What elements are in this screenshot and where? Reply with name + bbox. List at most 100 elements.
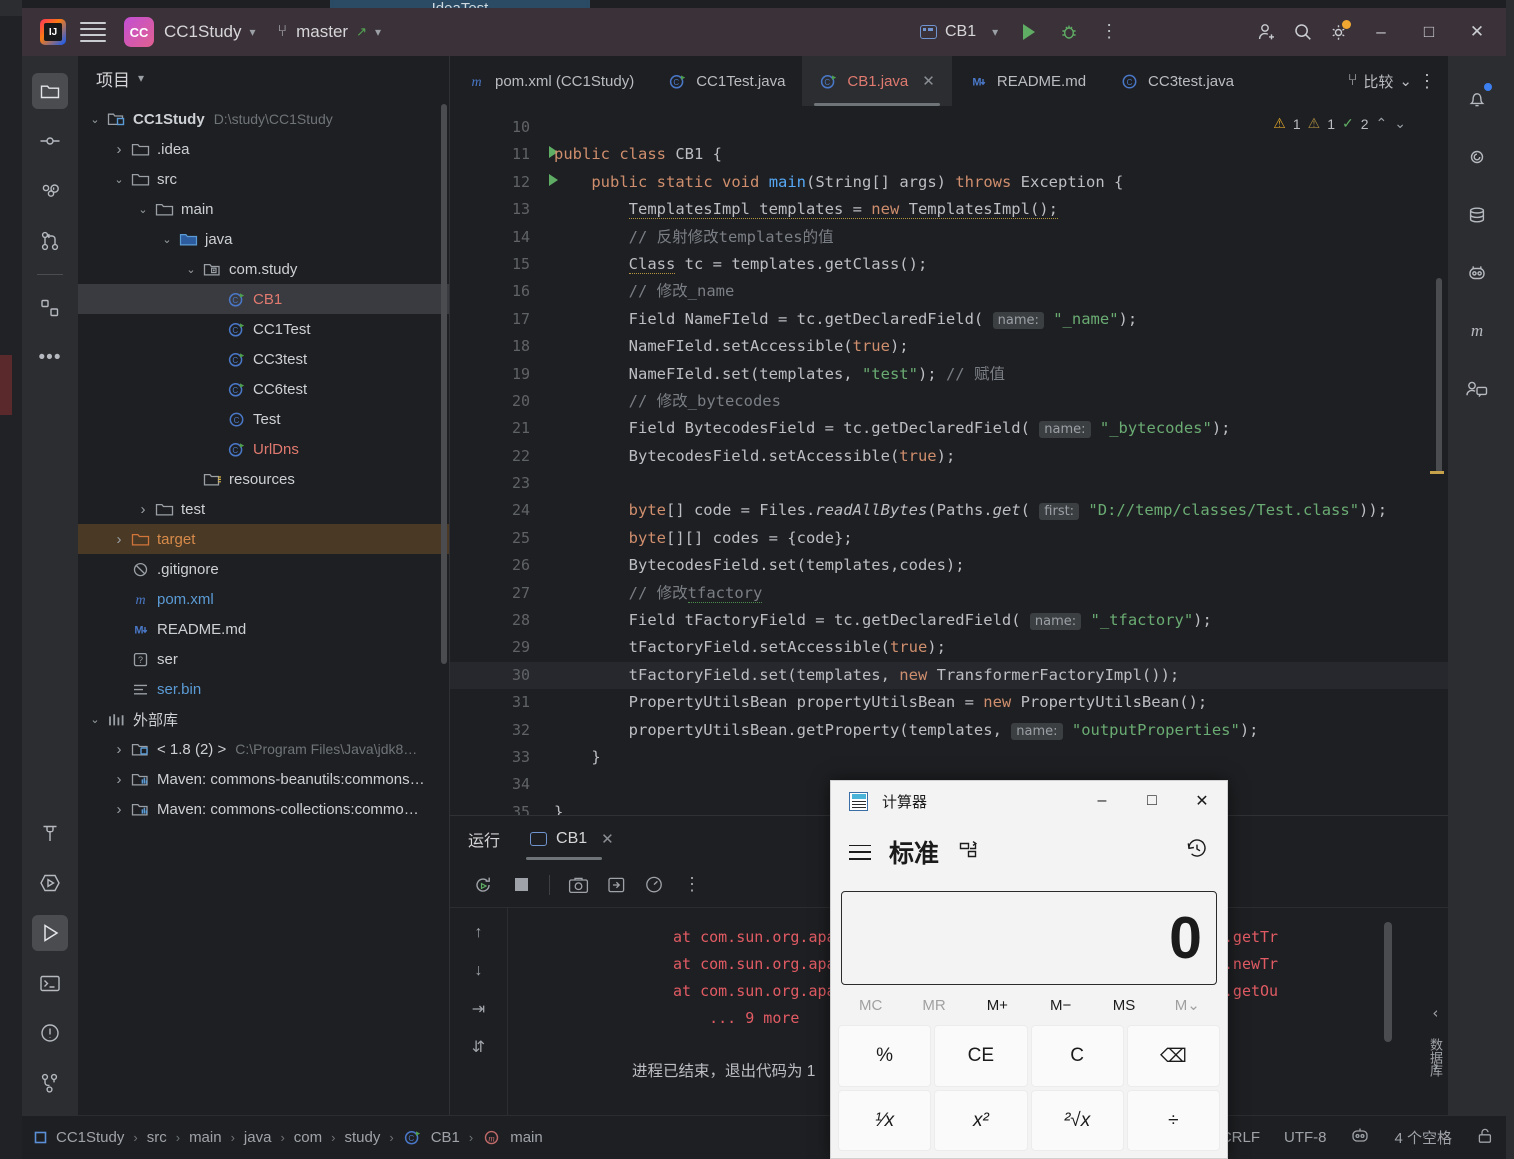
calculator-close-button[interactable]: ✕ [1177, 781, 1227, 821]
code-line-27[interactable]: // 修改tfactory [540, 580, 1448, 607]
sidebar-item-commit[interactable] [32, 123, 68, 159]
diff-label[interactable]: 比较 [1363, 71, 1393, 92]
project-panel-header[interactable]: 项目 ▾ [78, 56, 449, 100]
next-problem-icon[interactable]: ⌄ [1394, 115, 1406, 132]
gutter-line-16[interactable]: 16 [450, 278, 540, 305]
profiler-icon[interactable] [637, 870, 671, 900]
branch-selector[interactable]: ⑂ master ↗ ▾ [278, 22, 382, 42]
chevron-right-icon[interactable]: › [108, 771, 130, 788]
breadcrumb-item[interactable]: main [510, 1129, 543, 1146]
tree-node-readme-md[interactable]: M README.md [78, 614, 449, 644]
code-line-21[interactable]: Field BytecodesField = tc.getDeclaredFie… [540, 415, 1448, 442]
editor-tab-cc3test-java[interactable]: C CC3test.java [1103, 56, 1251, 106]
run-button[interactable] [1012, 15, 1046, 49]
gutter-line-23[interactable]: 23 [450, 470, 540, 497]
run-configuration-selector[interactable]: CB1 ▾ [912, 20, 1006, 44]
settings-button[interactable] [1322, 15, 1356, 49]
tree-node--[interactable]: ⌄ 外部库 [78, 704, 449, 734]
close-window-button[interactable]: ✕ [1454, 9, 1500, 55]
screenshot-icon[interactable] [561, 870, 595, 900]
calculator-key-square-root[interactable]: ²√x [1030, 1090, 1124, 1151]
expand-console-icon[interactable]: › [1431, 1057, 1440, 1075]
gutter-line-21[interactable]: 21 [450, 415, 540, 442]
encoding-label[interactable]: UTF-8 [1284, 1129, 1327, 1146]
gutter-line-30[interactable]: 30 [450, 661, 540, 690]
gutter-line-15[interactable]: 15 [450, 251, 540, 278]
code-line-32[interactable]: propertyUtilsBean.getProperty(templates,… [540, 717, 1448, 744]
database-icon[interactable] [1459, 197, 1495, 233]
tree-node-resources[interactable]: resources [78, 464, 449, 494]
gutter-line-34[interactable]: 34 [450, 771, 540, 798]
breadcrumb-item[interactable]: main [189, 1129, 222, 1146]
code-line-19[interactable]: NameFIeld.set(templates, "test"); // 赋值 [540, 361, 1448, 388]
gutter-line-31[interactable]: 31 [450, 689, 540, 716]
chevron-right-icon[interactable]: › [108, 531, 130, 548]
notifications-bell-icon[interactable] [1459, 81, 1495, 117]
gutter-line-32[interactable]: 32 [450, 717, 540, 744]
chevron-down-icon[interactable]: ⌄ [180, 263, 202, 276]
code-line-14[interactable]: // 反射修改templates的值 [540, 224, 1448, 251]
code-line-12[interactable]: public static void main(String[] args) t… [540, 169, 1448, 196]
debug-button[interactable] [1052, 15, 1086, 49]
next-occurrence-icon[interactable]: ↓ [464, 958, 494, 984]
editor-tab-pom-xml-cc1study-[interactable]: m pom.xml (CC1Study) [450, 56, 651, 106]
sidebar-item-services[interactable] [32, 290, 68, 326]
gutter-line-35[interactable]: 35 [450, 799, 540, 815]
sidebar-item-pull-requests[interactable] [32, 173, 68, 209]
tree-node-cb1[interactable]: C CB1 [78, 284, 449, 314]
sidebar-item-project[interactable] [32, 73, 68, 109]
sidebar-item-run-anything[interactable] [32, 865, 68, 901]
tree-node-test[interactable]: C Test [78, 404, 449, 434]
calculator-window[interactable]: 计算器 – □ ✕ 标准 0 MC MR M+ M− MS M⌄ % CE C ⌫ ¹⁄x x² ²√… [830, 780, 1228, 1159]
tree-node-src[interactable]: ⌄ src [78, 164, 449, 194]
maximize-window-button[interactable]: □ [1406, 9, 1452, 55]
tree-node--1-8-2-[interactable]: › < 1.8 (2) > C:\Program Files\Java\jdk8… [78, 734, 449, 764]
chevron-down-icon[interactable]: ▾ [138, 71, 144, 85]
gutter-line-13[interactable]: 13 [450, 196, 540, 223]
tree-node--gitignore[interactable]: .gitignore [78, 554, 449, 584]
calculator-minimize-button[interactable]: – [1077, 781, 1127, 821]
export-icon[interactable] [599, 870, 633, 900]
tree-node-cc1test[interactable]: C CC1Test [78, 314, 449, 344]
breadcrumb[interactable]: CC1Study › src › main › java › com › study › C CB1 › m m… [34, 1129, 543, 1146]
chevron-right-icon[interactable]: › [108, 801, 130, 818]
tree-node-com-study[interactable]: ⌄ com.study [78, 254, 449, 284]
sidebar-item-branches[interactable] [32, 223, 68, 259]
gutter-line-28[interactable]: 28 [450, 607, 540, 634]
chevron-right-icon[interactable]: › [108, 141, 130, 158]
stop-icon[interactable] [504, 870, 538, 900]
code-line-15[interactable]: Class tc = templates.getClass(); [540, 251, 1448, 278]
close-icon[interactable]: ✕ [922, 72, 935, 90]
gutter-line-33[interactable]: 33 [450, 744, 540, 771]
chevron-right-icon[interactable]: › [108, 741, 130, 758]
soft-wrap-icon[interactable]: ⇥ [464, 996, 494, 1022]
run-tab-cb1[interactable]: CB1 ✕ [526, 816, 618, 862]
calculator-maximize-button[interactable]: □ [1127, 781, 1177, 821]
project-tree-scrollbar[interactable] [441, 104, 447, 664]
collapse-console-icon[interactable]: ‹ [1431, 1004, 1440, 1022]
history-icon[interactable] [1185, 837, 1209, 867]
code-line-24[interactable]: byte[] code = Files.readAllBytes(Paths.g… [540, 497, 1448, 524]
code-line-18[interactable]: NameFIeld.setAccessible(true); [540, 333, 1448, 360]
editor-tab-cb1-java[interactable]: C CB1.java ✕ [802, 56, 952, 106]
scroll-to-end-icon[interactable]: ⇵ [464, 1034, 494, 1060]
code-editor[interactable]: ⚠ 1 ⚠ 1 ✓ 2 ⌃ ⌄ 10 11 12 13 14 15 16 17 18 19 20 21… [450, 106, 1448, 815]
code-line-20[interactable]: // 修改_bytecodes [540, 388, 1448, 415]
chevron-down-icon[interactable]: ⌄ [156, 233, 178, 246]
main-menu-hamburger-icon[interactable] [80, 22, 106, 42]
code-line-29[interactable]: tFactoryField.setAccessible(true); [540, 634, 1448, 661]
gutter-line-20[interactable]: 20 [450, 388, 540, 415]
calculator-key-backspace[interactable]: ⌫ [1126, 1025, 1220, 1087]
gutter-line-24[interactable]: 24 [450, 497, 540, 524]
gutter-line-18[interactable]: 18 [450, 333, 540, 360]
tree-node-urldns[interactable]: C UrlDns [78, 434, 449, 464]
branch-icon[interactable]: ⑂ [1348, 72, 1358, 90]
code-line-31[interactable]: PropertyUtilsBean propertyUtilsBean = ne… [540, 689, 1448, 716]
breadcrumb-item[interactable]: CC1Study [56, 1129, 124, 1146]
gutter-line-25[interactable]: 25 [450, 525, 540, 552]
editor-tab-cc1test-java[interactable]: C CC1Test.java [651, 56, 802, 106]
calculator-memory-m+[interactable]: M+ [966, 997, 1029, 1014]
tree-node-test[interactable]: › test [78, 494, 449, 524]
calculator-memory-ms[interactable]: MS [1092, 997, 1155, 1014]
sidebar-item-more-tools[interactable]: ••• [32, 340, 68, 376]
